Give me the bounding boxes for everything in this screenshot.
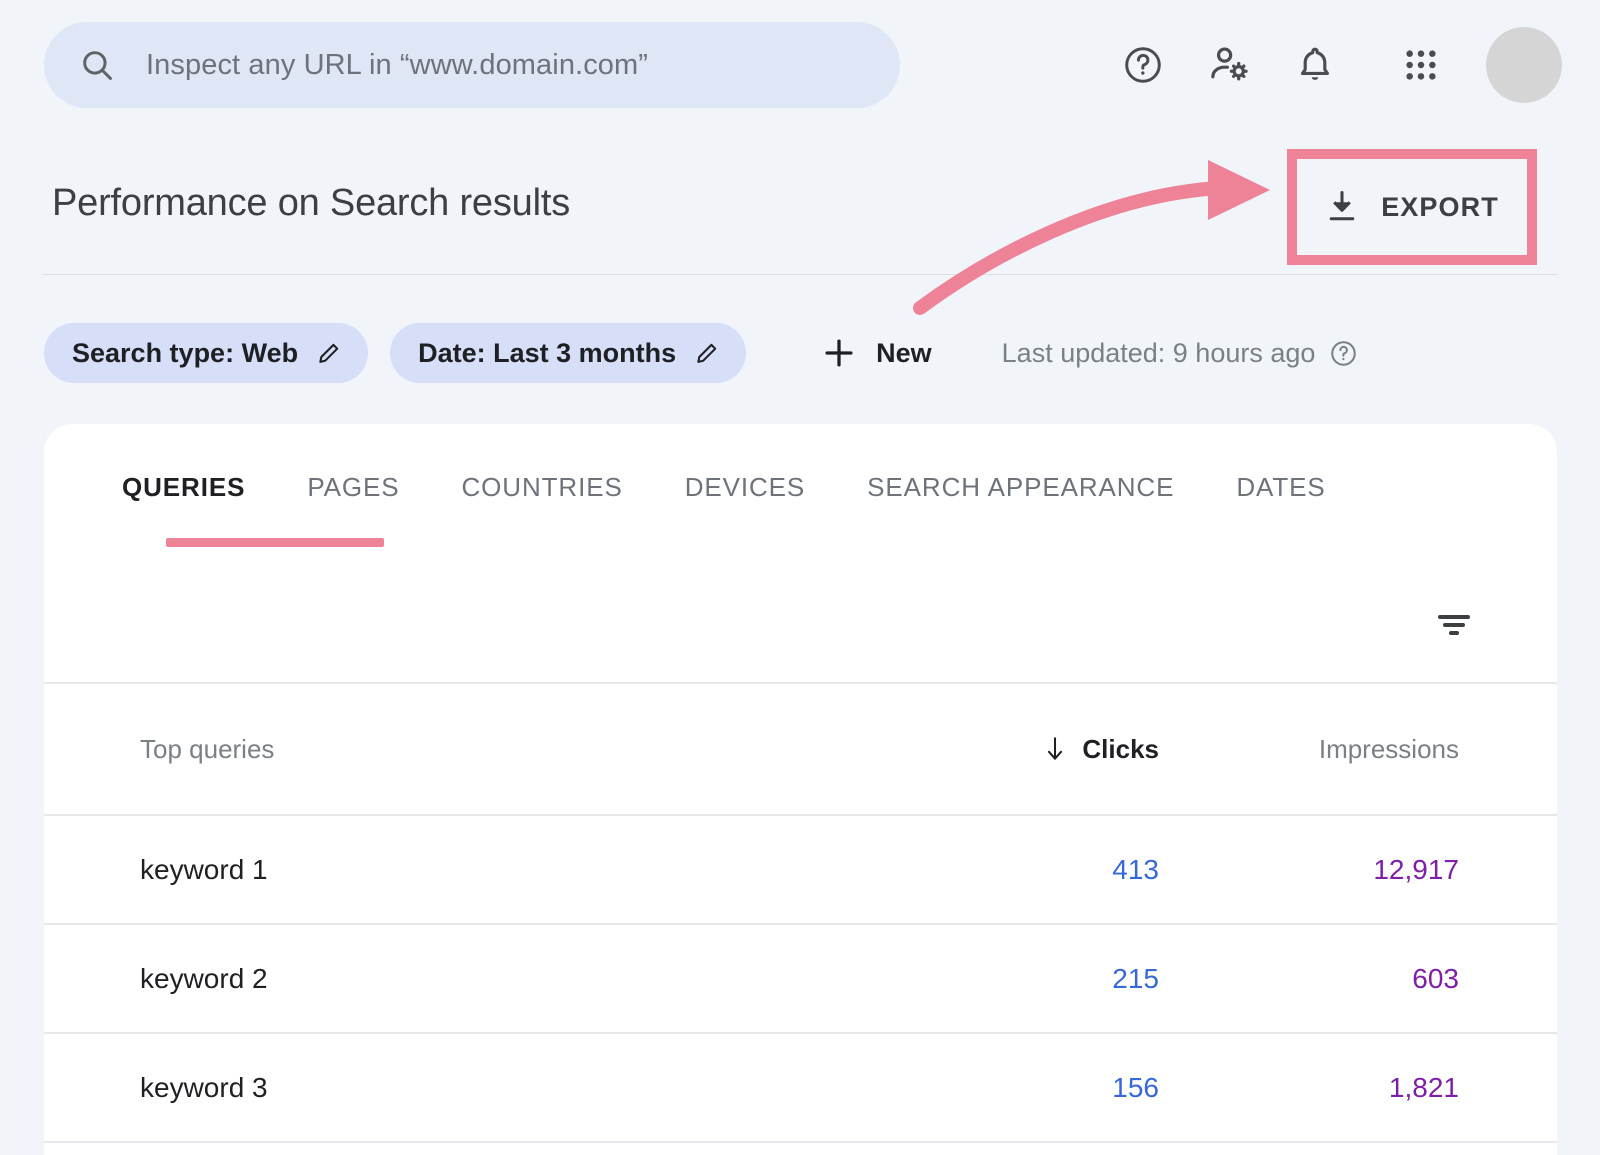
top-bar: Inspect any URL in “www.domain.com”: [0, 0, 1600, 130]
cell-query: keyword 1: [140, 854, 869, 886]
cell-clicks: 215: [869, 963, 1159, 995]
cell-impressions: 12,917: [1159, 854, 1459, 886]
cell-clicks: 413: [869, 854, 1159, 886]
cell-query: keyword 3: [140, 1072, 869, 1104]
tab-pages[interactable]: PAGES: [307, 472, 399, 509]
filter-chip-row: Search type: Web Date: Last 3 months: [44, 322, 1554, 384]
column-header-impressions[interactable]: Impressions: [1159, 734, 1459, 765]
tab-countries[interactable]: COUNTRIES: [462, 472, 623, 509]
tab-search-appearance[interactable]: SEARCH APPEARANCE: [867, 472, 1174, 509]
cell-impressions: 603: [1159, 963, 1459, 995]
tab-devices[interactable]: DEVICES: [685, 472, 805, 509]
table-row[interactable]: keyword 2 215 603: [44, 925, 1557, 1032]
tab-queries[interactable]: QUERIES: [122, 472, 245, 509]
cell-impressions: 1,821: [1159, 1072, 1459, 1104]
annotation-arrow: [890, 140, 1310, 330]
table-row[interactable]: keyword 1 413 12,917: [44, 816, 1557, 923]
filter-icon[interactable]: [1425, 596, 1483, 654]
active-tab-underline: [166, 538, 384, 547]
manage-users-icon[interactable]: [1186, 22, 1272, 108]
url-inspection-search-box[interactable]: Inspect any URL in “www.domain.com”: [44, 22, 900, 108]
plus-icon: [822, 336, 856, 370]
tab-dates[interactable]: DATES: [1236, 472, 1325, 509]
column-header-top-queries[interactable]: Top queries: [140, 734, 869, 765]
table-filter-row: [44, 567, 1557, 682]
app-root: Inspect any URL in “www.domain.com”: [0, 0, 1600, 1155]
notifications-bell-icon[interactable]: [1272, 22, 1358, 108]
help-icon[interactable]: [1100, 22, 1186, 108]
export-button[interactable]: EXPORT: [1307, 168, 1517, 246]
card-tabs: QUERIES PAGES COUNTRIES DEVICES SEARCH A…: [44, 424, 1557, 567]
top-bar-icons: [1100, 22, 1562, 108]
chip-search-type[interactable]: Search type: Web: [44, 323, 368, 383]
help-icon[interactable]: [1329, 339, 1358, 368]
new-filter-label: New: [876, 338, 932, 369]
search-input-placeholder[interactable]: Inspect any URL in “www.domain.com”: [146, 49, 648, 82]
last-updated: Last updated: 9 hours ago: [1002, 338, 1359, 369]
title-divider: [42, 274, 1558, 275]
cell-clicks: 156: [869, 1072, 1159, 1104]
performance-card: QUERIES PAGES COUNTRIES DEVICES SEARCH A…: [44, 424, 1557, 1155]
new-filter-button[interactable]: New: [800, 323, 954, 383]
download-icon: [1325, 189, 1359, 225]
export-button-label: EXPORT: [1381, 192, 1499, 223]
google-apps-grid-icon[interactable]: [1378, 22, 1464, 108]
pencil-icon[interactable]: [694, 340, 720, 366]
column-header-clicks-label: Clicks: [1082, 734, 1159, 765]
column-header-clicks[interactable]: Clicks: [869, 734, 1159, 765]
page-title: Performance on Search results: [52, 182, 570, 225]
table-row[interactable]: keyword 3 156 1,821: [44, 1034, 1557, 1141]
table-row-divider: [44, 1141, 1557, 1143]
pencil-icon[interactable]: [316, 340, 342, 366]
chip-date-range[interactable]: Date: Last 3 months: [390, 323, 746, 383]
cell-query: keyword 2: [140, 963, 869, 995]
arrow-down-icon: [1042, 735, 1068, 763]
search-icon: [80, 48, 114, 82]
chip-date-range-label: Date: Last 3 months: [418, 338, 676, 369]
chip-search-type-label: Search type: Web: [72, 338, 298, 369]
avatar[interactable]: [1486, 27, 1562, 103]
last-updated-text: Last updated: 9 hours ago: [1002, 338, 1316, 369]
table-header-row: Top queries Clicks Impressions: [44, 684, 1557, 814]
